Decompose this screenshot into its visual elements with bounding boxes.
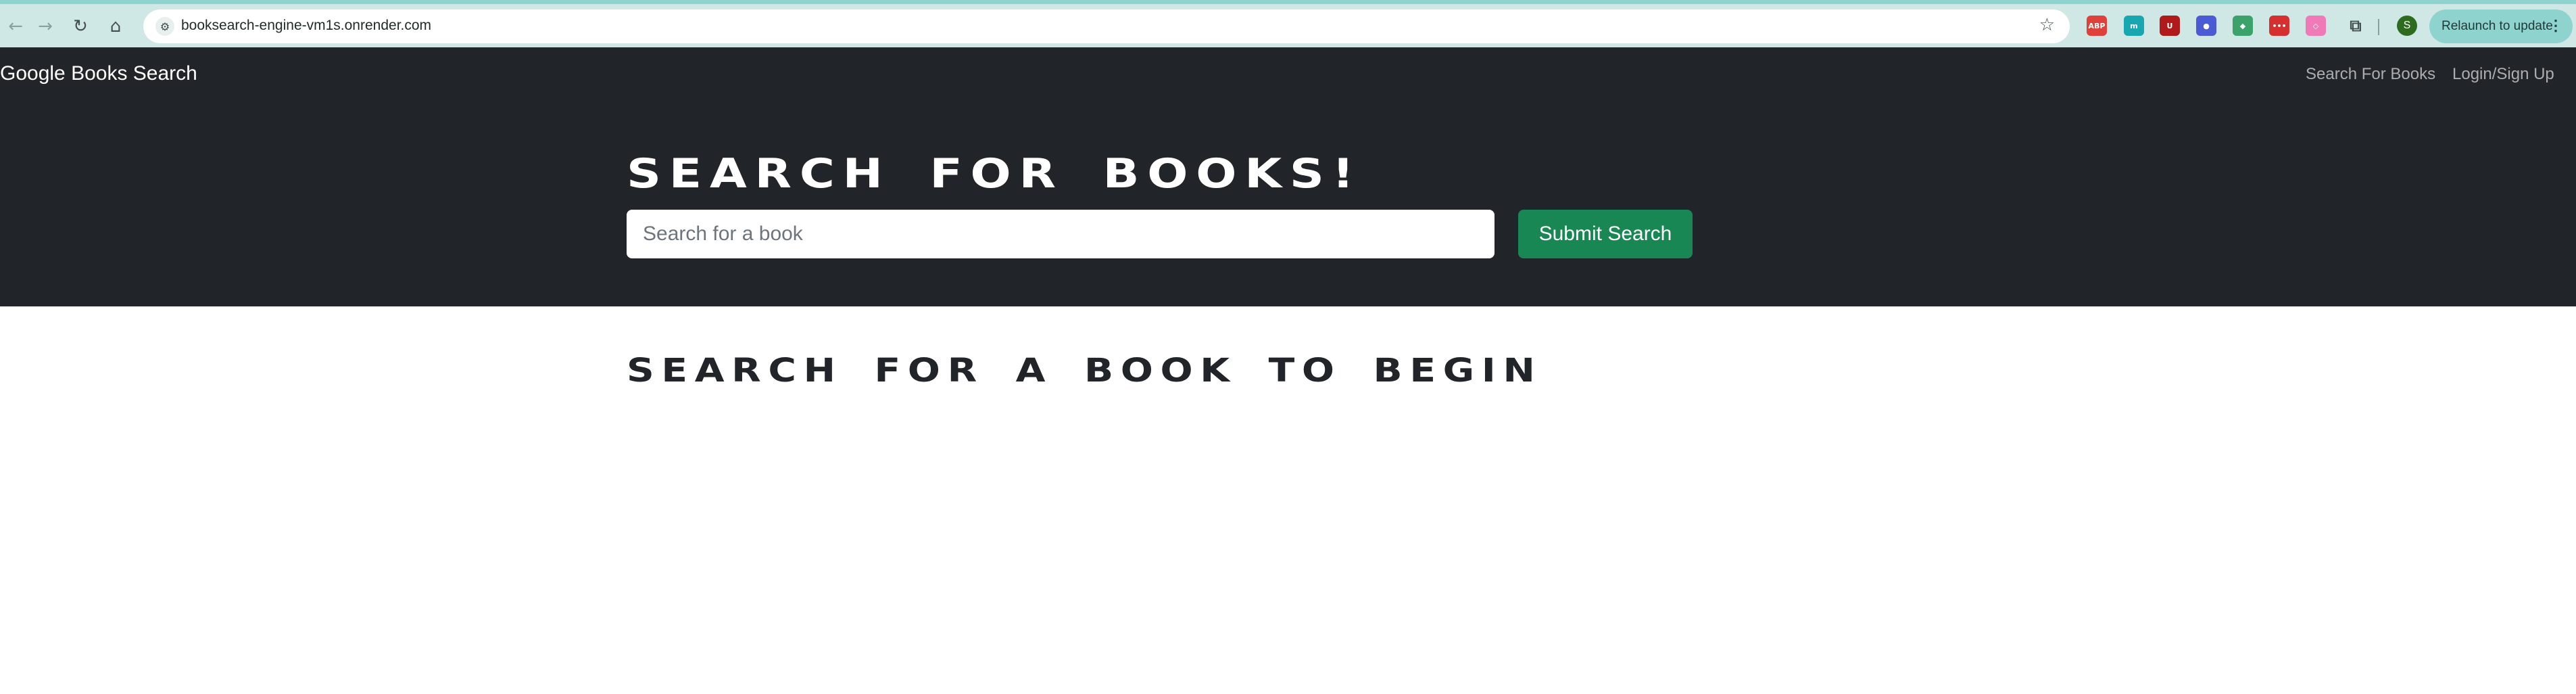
app-navbar: Google Books Search Search For Books Log…: [0, 47, 2576, 108]
brand-link[interactable]: Google Books Search: [0, 62, 197, 85]
page-title: Search for Books!: [627, 150, 1362, 198]
search-input[interactable]: [627, 210, 1494, 258]
nav-link-login-signup[interactable]: Login/Sign Up: [2452, 65, 2554, 84]
kebab-menu-icon[interactable]: ⋮: [2548, 17, 2563, 34]
home-icon[interactable]: ⌂: [103, 14, 128, 39]
site-info-icon[interactable]: ⚙: [155, 17, 174, 36]
forward-icon[interactable]: →: [32, 14, 58, 39]
results-heading: Search for a book to begin: [627, 352, 1542, 390]
avatar[interactable]: S: [2397, 16, 2417, 36]
nav-link-search-for-books[interactable]: Search For Books: [2306, 65, 2435, 84]
adblock-plus-icon[interactable]: ABP: [2087, 16, 2107, 36]
browser-toolbar: ← → ↻ ⌂ ⚙ booksearch-engine-vm1s.onrende…: [0, 0, 2576, 47]
dots-extension-icon[interactable]: •••: [2269, 16, 2289, 36]
pink-extension-icon[interactable]: ◇: [2306, 16, 2326, 36]
url-text[interactable]: booksearch-engine-vm1s.onrender.com: [181, 18, 431, 34]
reload-icon[interactable]: ↻: [68, 14, 93, 39]
relaunch-label: Relaunch to update: [2441, 19, 2553, 33]
back-icon[interactable]: ←: [3, 14, 28, 39]
search-hero: Search for Books! Submit Search: [0, 108, 2576, 306]
ublock-origin-icon[interactable]: U: [2160, 16, 2180, 36]
m-extension-icon[interactable]: m: [2124, 16, 2144, 36]
toolbar-divider: [2378, 19, 2379, 35]
puzzle-extensions-icon[interactable]: ⧉: [2346, 16, 2366, 36]
address-bar[interactable]: ⚙ booksearch-engine-vm1s.onrender.com ☆: [143, 9, 2070, 43]
relaunch-button[interactable]: Relaunch to update ⋮: [2429, 9, 2573, 43]
submit-search-button[interactable]: Submit Search: [1518, 210, 1693, 258]
bookmark-star-icon[interactable]: ☆: [2039, 15, 2055, 35]
globe-extension-icon[interactable]: ●: [2196, 16, 2216, 36]
shield-extension-icon[interactable]: ◆: [2233, 16, 2253, 36]
